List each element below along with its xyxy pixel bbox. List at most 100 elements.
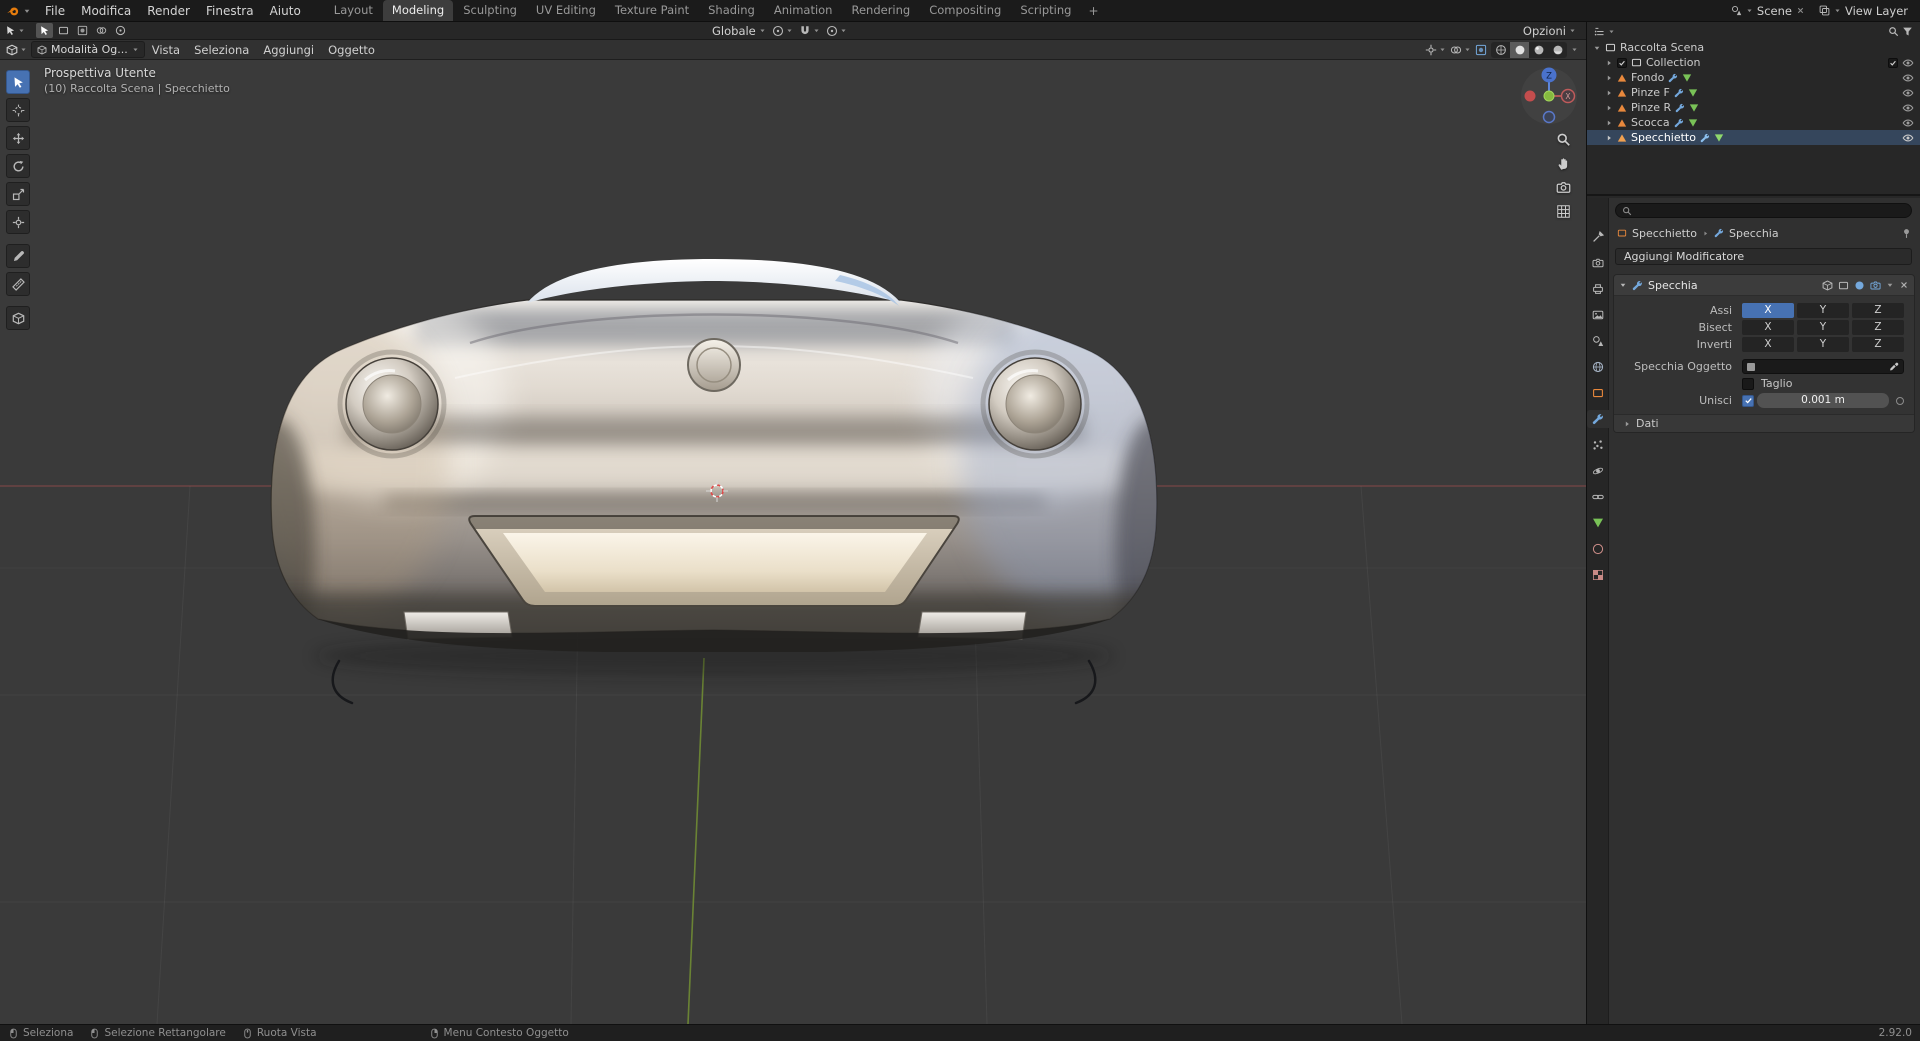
shading-material-button[interactable] [1529, 42, 1548, 58]
eye-icon[interactable] [1902, 72, 1914, 84]
bisect-y-button[interactable]: Y [1797, 320, 1849, 335]
tab-rendering[interactable]: Rendering [842, 0, 919, 21]
eye-icon[interactable] [1902, 132, 1914, 144]
outliner-row-specchietto[interactable]: Specchietto [1587, 130, 1920, 145]
outliner-row-pinze-f[interactable]: Pinze F [1587, 85, 1920, 100]
axis-z-button[interactable]: Z [1852, 303, 1904, 318]
select-mode-subtract-button[interactable] [74, 23, 91, 38]
disclosure-caret-icon[interactable] [1605, 74, 1613, 82]
menu-aiuto[interactable]: Aiuto [262, 0, 309, 21]
merge-threshold-field[interactable]: 0.001 m [1757, 393, 1889, 408]
move-tool-button[interactable] [6, 126, 30, 150]
tab-object[interactable] [1587, 384, 1609, 402]
modifier-extras-caret-icon[interactable] [1886, 281, 1894, 289]
filter-funnel-icon[interactable] [1902, 26, 1913, 37]
mirror-object-field[interactable] [1742, 359, 1904, 374]
merge-checkbox[interactable] [1742, 394, 1754, 407]
tab-tool[interactable] [1587, 228, 1609, 246]
outliner-row-scocca[interactable]: Scocca [1587, 115, 1920, 130]
show-gizmo-dropdown[interactable] [1425, 44, 1446, 56]
breadcrumb-object[interactable]: Specchietto [1632, 227, 1697, 240]
annotate-tool-button[interactable] [6, 244, 30, 268]
menu-vista[interactable]: Vista [145, 43, 187, 57]
active-tool-dropdown[interactable] [0, 25, 30, 36]
pan-hand-icon[interactable] [1556, 156, 1571, 171]
mode-dropdown[interactable]: Modalità Og... [31, 41, 145, 58]
menu-aggiungi[interactable]: Aggiungi [256, 43, 321, 57]
disclosure-caret-icon[interactable] [1605, 134, 1613, 142]
pin-icon[interactable] [1901, 228, 1912, 239]
edit-mode-toggle-icon[interactable] [1838, 280, 1849, 291]
pivot-point-dropdown[interactable] [772, 25, 793, 37]
disclosure-caret-icon[interactable] [1605, 59, 1613, 67]
modifier-name[interactable]: Specchia [1648, 279, 1817, 292]
realtime-toggle-icon[interactable] [1854, 280, 1865, 291]
eye-icon[interactable] [1902, 117, 1914, 129]
tab-material[interactable] [1587, 540, 1609, 558]
scale-tool-button[interactable] [6, 182, 30, 206]
collection-exclude-checkbox[interactable] [1617, 57, 1627, 68]
transform-tool-button[interactable] [6, 210, 30, 234]
show-overlays-dropdown[interactable] [1450, 44, 1471, 56]
navigation-gizmo[interactable]: Z X [1516, 64, 1582, 130]
car-model-render[interactable] [265, 248, 1165, 718]
add-workspace-button[interactable]: + [1081, 3, 1105, 19]
shading-rendered-button[interactable] [1548, 42, 1567, 58]
clipping-checkbox[interactable] [1742, 377, 1754, 390]
tab-render[interactable] [1587, 254, 1609, 272]
menu-file[interactable]: File [37, 0, 73, 21]
tab-animation[interactable]: Animation [765, 0, 842, 21]
menu-finestra[interactable]: Finestra [198, 0, 262, 21]
menu-render[interactable]: Render [139, 0, 198, 21]
tab-modeling[interactable]: Modeling [382, 0, 454, 21]
search-icon[interactable] [1888, 26, 1899, 37]
tab-particles[interactable] [1587, 436, 1609, 454]
tab-sculpting[interactable]: Sculpting [454, 0, 526, 21]
outliner-row-scene-collection[interactable]: Raccolta Scena [1587, 40, 1920, 55]
disclosure-caret-icon[interactable] [1605, 119, 1613, 127]
bisect-x-button[interactable]: X [1742, 320, 1794, 335]
eye-icon[interactable] [1902, 57, 1914, 69]
measure-tool-button[interactable] [6, 272, 30, 296]
add-cube-tool-button[interactable] [6, 306, 30, 330]
gizmo-z-negative-axis[interactable] [1542, 110, 1556, 124]
select-box-tool-button[interactable] [6, 70, 30, 94]
bisect-z-button[interactable]: Z [1852, 320, 1904, 335]
outliner-editor-type-icon[interactable] [1594, 26, 1605, 37]
disclosure-caret-icon[interactable] [1605, 89, 1613, 97]
eyedropper-icon[interactable] [1889, 362, 1899, 372]
properties-search-input[interactable] [1615, 203, 1912, 218]
tab-world[interactable] [1587, 358, 1609, 376]
menu-oggetto[interactable]: Oggetto [321, 43, 382, 57]
disclosure-caret-icon[interactable] [1593, 44, 1601, 52]
cursor-tool-button[interactable] [6, 98, 30, 122]
data-subpanel-header[interactable]: Dati [1614, 414, 1914, 432]
outliner-row-fondo[interactable]: Fondo [1587, 70, 1920, 85]
gizmo-x-positive-axis[interactable] [1524, 90, 1536, 102]
editor-type-dropdown[interactable] [0, 44, 27, 56]
on-cage-toggle-icon[interactable] [1822, 280, 1833, 291]
dropdown-caret-icon[interactable] [1608, 28, 1615, 35]
close-icon[interactable] [1796, 6, 1805, 15]
ortho-grid-icon[interactable] [1556, 204, 1571, 219]
flip-y-button[interactable]: Y [1797, 337, 1849, 352]
tab-uv-editing[interactable]: UV Editing [527, 0, 605, 21]
select-mode-set-button[interactable] [36, 23, 53, 38]
scene-selector[interactable]: Scene [1731, 4, 1805, 18]
close-icon[interactable] [1899, 280, 1909, 290]
tab-scripting[interactable]: Scripting [1011, 0, 1080, 21]
tab-layout[interactable]: Layout [325, 0, 382, 21]
eye-icon[interactable] [1902, 102, 1914, 114]
tab-scene[interactable] [1587, 332, 1609, 350]
select-mode-intersect-button[interactable] [112, 23, 129, 38]
snap-toggle[interactable] [799, 25, 820, 37]
tab-view-layer[interactable] [1587, 306, 1609, 324]
select-mode-invert-button[interactable] [93, 23, 110, 38]
disclosure-caret-icon[interactable] [1605, 104, 1613, 112]
tab-shading[interactable]: Shading [699, 0, 764, 21]
outliner-row-pinze-r[interactable]: Pinze R [1587, 100, 1920, 115]
camera-view-icon[interactable] [1556, 180, 1571, 195]
viewport-canvas[interactable]: Prospettiva Utente (10) Raccolta Scena |… [0, 60, 1586, 1024]
breadcrumb-modifier[interactable]: Specchia [1729, 227, 1779, 240]
tab-texture[interactable] [1587, 566, 1609, 584]
